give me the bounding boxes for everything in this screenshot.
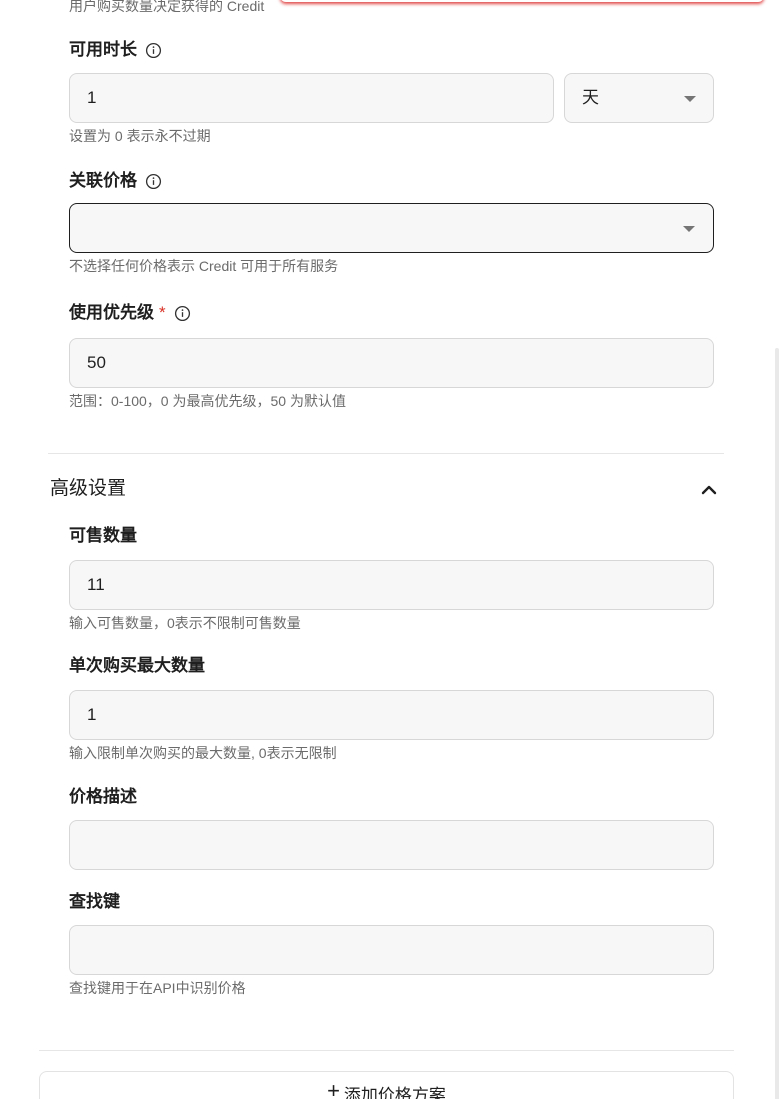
price-description-label: 价格描述 <box>69 786 137 808</box>
duration-label: 可用时长 <box>69 39 162 61</box>
lookup-key-input[interactable] <box>69 925 714 975</box>
duration-value: 1 <box>87 88 97 107</box>
info-icon[interactable] <box>145 42 162 59</box>
quantity-label-text: 可售数量 <box>69 526 137 545</box>
info-icon[interactable] <box>174 305 191 322</box>
chevron-up-icon[interactable] <box>700 482 718 496</box>
linked-price-label-text: 关联价格 <box>69 171 137 190</box>
priority-label: 使用优先级 * <box>69 302 191 324</box>
quantity-label: 可售数量 <box>69 525 137 547</box>
linked-price-label: 关联价格 <box>69 170 162 192</box>
max-per-purchase-input[interactable]: 1 <box>69 690 714 740</box>
quantity-help: 输入可售数量，0表示不限制可售数量 <box>69 615 301 631</box>
priority-label-text: 使用优先级 <box>69 303 154 322</box>
duration-help: 设置为 0 表示永不过期 <box>69 128 211 144</box>
priority-value: 50 <box>87 353 106 372</box>
advanced-settings-title: 高级设置 <box>50 478 127 499</box>
lookup-key-label: 查找键 <box>69 891 120 913</box>
info-icon[interactable] <box>145 173 162 190</box>
max-per-purchase-label-text: 单次购买最大数量 <box>69 656 205 675</box>
plus-icon: + <box>327 1078 340 1099</box>
add-price-plan-button[interactable]: + 添加价格方案 <box>39 1071 734 1099</box>
section-divider <box>48 453 724 454</box>
priority-input[interactable]: 50 <box>69 338 714 388</box>
duration-label-text: 可用时长 <box>69 40 137 59</box>
duration-unit-value: 天 <box>582 88 599 107</box>
price-description-label-text: 价格描述 <box>69 787 137 806</box>
duration-unit-select[interactable]: 天 <box>564 73 714 123</box>
linked-price-help: 不选择任何价格表示 Credit 可用于所有服务 <box>69 258 339 274</box>
linked-price-select[interactable] <box>69 203 714 253</box>
add-price-plan-label: 添加价格方案 <box>343 1086 446 1099</box>
price-description-input[interactable] <box>69 820 714 870</box>
quantity-value: 11 <box>87 575 105 594</box>
quantity-input[interactable]: 11 <box>69 560 714 610</box>
max-per-purchase-value: 1 <box>87 705 97 724</box>
chevron-down-icon <box>684 96 696 102</box>
credit-help-text: 用户购买数量决定获得的 Credit <box>69 0 265 14</box>
bottom-divider <box>39 1050 734 1051</box>
lookup-key-help: 查找键用于在API中识别价格 <box>69 980 246 996</box>
required-mark: * <box>159 303 166 322</box>
duration-input[interactable]: 1 <box>69 73 554 123</box>
max-per-purchase-help: 输入限制单次购买的最大数量, 0表示无限制 <box>69 745 337 761</box>
priority-help: 范围：0-100，0 为最高优先级，50 为默认值 <box>69 393 346 409</box>
overlay-edge <box>280 0 764 2</box>
scrollbar[interactable] <box>775 348 779 1099</box>
lookup-key-label-text: 查找键 <box>69 892 120 911</box>
max-per-purchase-label: 单次购买最大数量 <box>69 655 205 677</box>
chevron-down-icon <box>683 226 695 232</box>
